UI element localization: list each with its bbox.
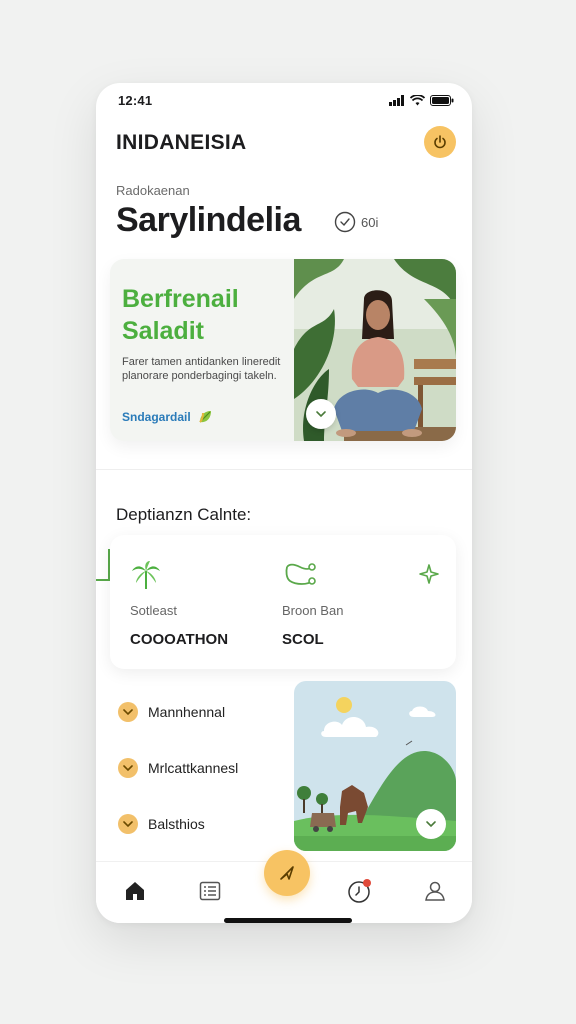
check-badge-icon [118, 702, 138, 722]
timer-icon [334, 211, 356, 233]
palm-tree-icon [130, 559, 162, 596]
power-button[interactable] [424, 126, 456, 158]
featured-card[interactable]: Berfrenail Saladit Farer tamen antidanke… [110, 259, 456, 441]
hero-meta-value: 60i [361, 214, 379, 230]
hero-meta[interactable]: 60i [334, 211, 378, 233]
signal-icon [389, 95, 404, 106]
stat-value: SCOL [282, 631, 324, 648]
status-bar: 12:41 [96, 83, 472, 119]
wifi-icon [410, 95, 425, 106]
tab-home[interactable] [120, 876, 150, 906]
list-item-label: Balsthios [148, 816, 205, 832]
route-icon [282, 559, 316, 596]
home-indicator [224, 918, 352, 923]
section-divider [96, 469, 472, 470]
clock-icon [348, 879, 371, 903]
stat-label: Broon Ban [282, 603, 344, 618]
check-badge-icon [118, 758, 138, 778]
tab-bar [96, 850, 472, 923]
hero-subtitle: Radokaenan [116, 183, 190, 198]
stat-label: Sotleast [130, 603, 177, 618]
list-item-label: Mannhennal [148, 704, 226, 720]
stats-card: Sotleast COOOATHON Broon Ban SCOL [110, 535, 456, 669]
battery-icon [430, 95, 454, 106]
chevron-down-icon [426, 821, 436, 828]
list-item[interactable]: Mannhennal [118, 699, 288, 725]
landscape-card[interactable] [294, 681, 456, 851]
featured-title-line1: Berfrenail [122, 285, 239, 313]
tab-list[interactable] [195, 876, 225, 906]
status-icons [389, 95, 454, 106]
list-item-label: Mrlcattkannesl [148, 760, 239, 776]
chevron-down-icon [316, 411, 326, 418]
user-icon [425, 881, 445, 901]
decorative-line [96, 549, 110, 581]
check-badge-icon [118, 814, 138, 834]
section-title: Deptianzn Calnte: [116, 505, 252, 524]
home-icon [126, 882, 144, 900]
tab-activity[interactable] [345, 876, 375, 906]
leaf-icon [198, 411, 211, 423]
list-item[interactable]: Mrlcattkannesl [118, 755, 288, 781]
photo-expand-button[interactable] [306, 399, 336, 429]
featured-photo [294, 259, 456, 441]
power-icon [434, 135, 446, 149]
hero-title: Sarylindelia [116, 201, 301, 239]
featured-description: Farer tamen antidanken lineredit planora… [122, 356, 281, 382]
featured-link-label: Sndagardail [122, 410, 191, 424]
compose-button[interactable] [264, 850, 310, 896]
list-icon [199, 881, 221, 901]
send-icon [280, 866, 294, 880]
landscape-expand-button[interactable] [416, 809, 446, 839]
sparkle-icon [418, 563, 440, 590]
phone-screen: 12:41 INIDANEISIA Radokaenan Sarylindeli… [96, 83, 472, 923]
stat-value: COOOATHON [130, 631, 229, 648]
status-time: 12:41 [118, 93, 153, 108]
featured-link[interactable]: Sndagardail [122, 409, 213, 425]
list-item[interactable]: Balsthios [118, 811, 288, 837]
tab-profile[interactable] [420, 876, 450, 906]
app-title: INIDANEISIA [116, 131, 247, 154]
featured-title: Berfrenail Saladit [122, 283, 239, 347]
featured-title-line2: Saladit [122, 317, 204, 345]
